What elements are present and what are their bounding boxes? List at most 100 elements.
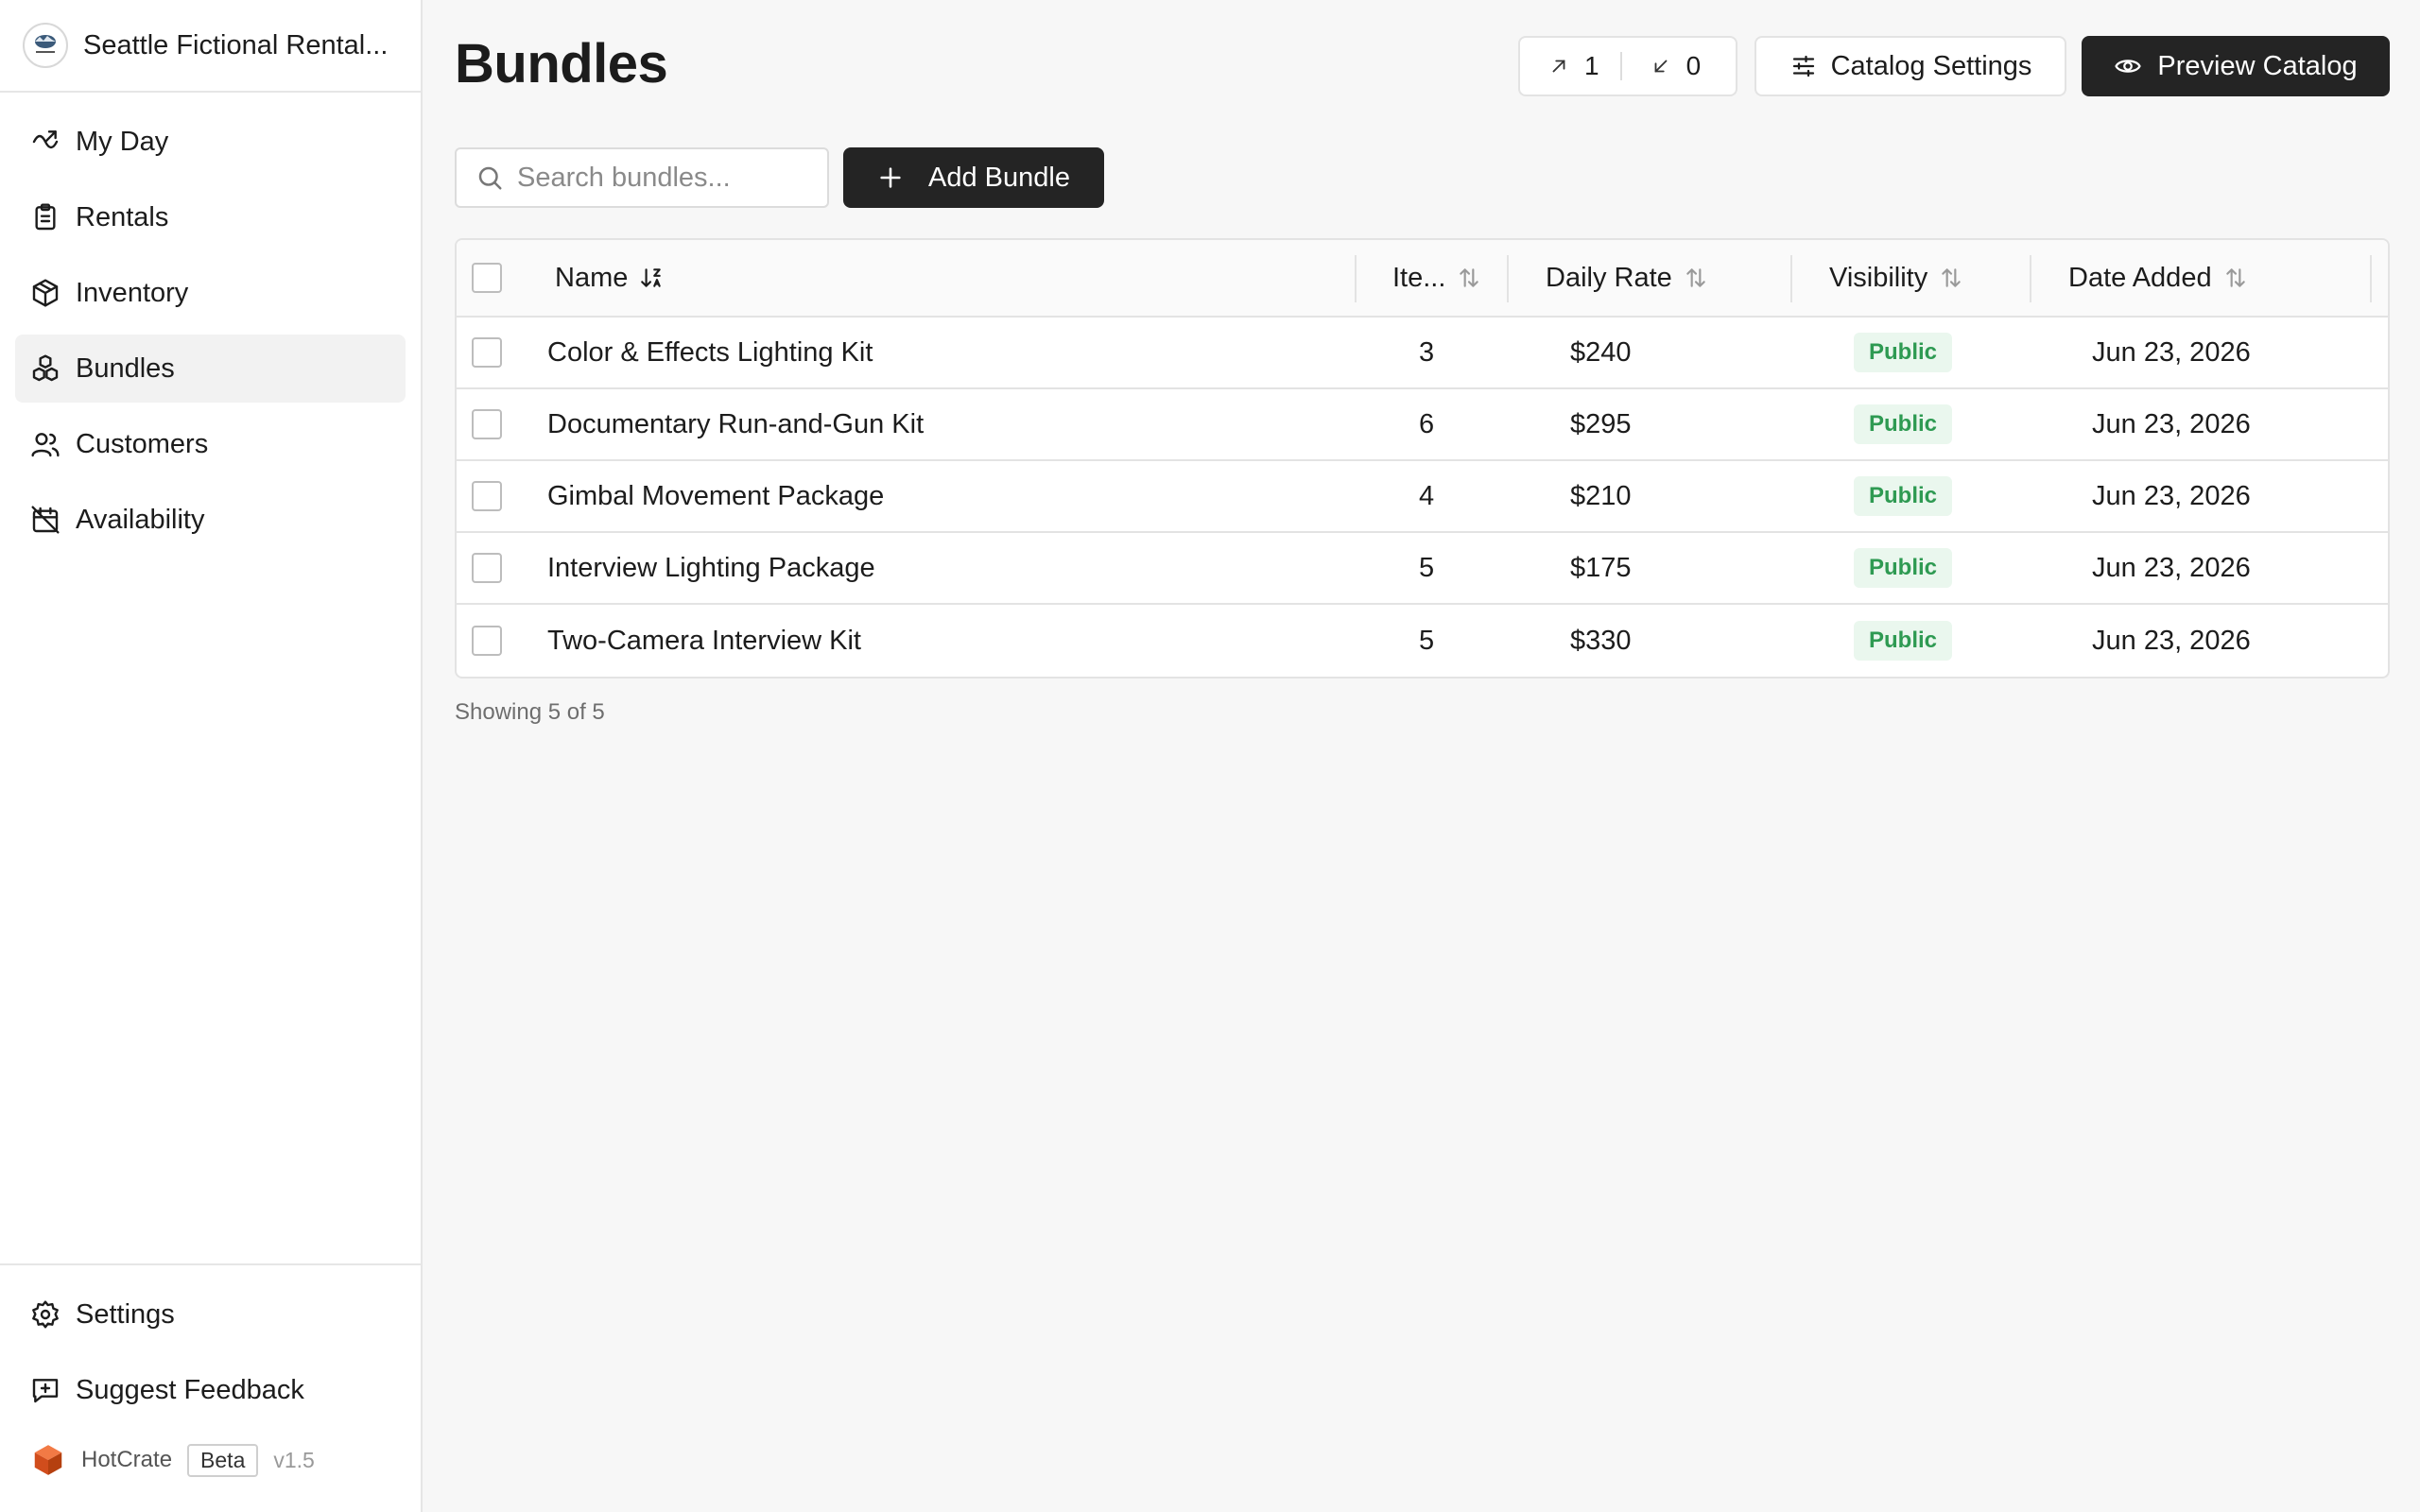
nav-label: Rentals — [76, 201, 169, 232]
sort-icon — [1942, 268, 1961, 287]
bundle-name[interactable]: Interview Lighting Package — [547, 533, 875, 603]
column-label: Name — [555, 262, 629, 293]
app-version: v1.5 — [273, 1447, 315, 1472]
sync-counter[interactable]: 1 0 — [1518, 36, 1737, 96]
sort-icon — [2225, 268, 2245, 287]
column-header-date-added[interactable]: Date Added — [2068, 240, 2248, 316]
nav-label: Availability — [76, 504, 205, 535]
users-icon — [31, 433, 60, 457]
add-bundle-label: Add Bundle — [928, 162, 1070, 193]
table-row[interactable]: Two-Camera Interview Kit 5 $330 Public J… — [457, 605, 2388, 677]
visibility-cell: Public — [1854, 533, 1953, 603]
visibility-cell: Public — [1854, 389, 1953, 459]
table-row[interactable]: Interview Lighting Package 5 $175 Public… — [457, 533, 2388, 605]
sidebar: Seattle Fictional Rental... My Day Renta… — [0, 0, 423, 1512]
row-checkbox[interactable] — [472, 553, 502, 583]
bundle-date-added: Jun 23, 2026 — [2092, 625, 2251, 656]
column-header-visibility[interactable]: Visibility — [1829, 240, 1963, 316]
bundle-name[interactable]: Gimbal Movement Package — [547, 461, 884, 531]
bundle-daily-rate: $240 — [1570, 336, 1632, 368]
row-checkbox[interactable] — [472, 626, 502, 656]
column-header-name[interactable]: Name — [555, 240, 664, 316]
column-header-daily-rate[interactable]: Daily Rate — [1546, 240, 1708, 316]
nav-label: Inventory — [76, 277, 189, 308]
nav-label: Settings — [76, 1298, 175, 1330]
bundle-daily-rate: $210 — [1570, 480, 1632, 511]
bundle-daily-rate: $175 — [1570, 552, 1632, 583]
row-select-cell — [472, 605, 502, 677]
bundle-date-added: Jun 23, 2026 — [2092, 480, 2251, 511]
app-name: HotCrate — [81, 1447, 173, 1472]
bundle-date-added: Jun 23, 2026 — [2092, 336, 2251, 368]
status-badge: Public — [1854, 404, 1953, 444]
incoming-count[interactable]: 0 — [1622, 38, 1701, 94]
row-checkbox[interactable] — [472, 409, 502, 439]
outgoing-count[interactable]: 1 — [1520, 38, 1599, 94]
sidebar-footer: Settings Suggest Feedback HotCrate Beta … — [0, 1263, 421, 1512]
wave-icon — [32, 130, 59, 149]
add-bundle-button[interactable]: Add Bundle — [843, 147, 1104, 208]
table-row[interactable]: Color & Effects Lighting Kit 3 $240 Publ… — [457, 318, 2388, 389]
page-title: Bundles — [455, 33, 668, 94]
bundle-date-added: Jun 23, 2026 — [2092, 408, 2251, 439]
arrow-down-left-icon — [1654, 60, 1667, 73]
gear-icon — [32, 1300, 59, 1329]
bundle-name[interactable]: Color & Effects Lighting Kit — [547, 318, 873, 387]
nav-label: Customers — [76, 428, 209, 459]
select-all-checkbox[interactable] — [472, 263, 502, 293]
main-content: Bundles 1 0 Catalog Settings Preview Cat… — [424, 0, 2420, 1512]
bundle-daily-rate: $295 — [1570, 408, 1632, 439]
table-row[interactable]: Gimbal Movement Package 4 $210 Public Ju… — [457, 461, 2388, 533]
status-badge: Public — [1854, 548, 1953, 588]
bundle-name[interactable]: Documentary Run-and-Gun Kit — [547, 389, 924, 459]
table-header: Name Ite... Daily Rate Visibility Date A… — [457, 240, 2388, 318]
bundles-icon — [32, 354, 59, 382]
plus-icon — [880, 167, 901, 188]
calendar-off-icon — [31, 506, 60, 534]
row-select-cell — [472, 318, 502, 387]
nav-item-inventory[interactable]: Inventory — [15, 259, 406, 327]
search-input[interactable] — [517, 162, 820, 194]
sort-icon — [1460, 268, 1479, 287]
clipboard-icon — [35, 203, 56, 231]
nav-item-my-day[interactable]: My Day — [15, 108, 406, 176]
row-checkbox[interactable] — [472, 337, 502, 368]
org-switcher[interactable]: Seattle Fictional Rental... — [0, 0, 421, 93]
row-select-cell — [472, 461, 502, 531]
preview-catalog-label: Preview Catalog — [2157, 50, 2358, 81]
nav-item-availability[interactable]: Availability — [15, 486, 406, 554]
nav-item-settings[interactable]: Settings — [15, 1280, 406, 1349]
nav-item-bundles[interactable]: Bundles — [15, 335, 406, 403]
nav-label: Bundles — [76, 352, 175, 384]
table-row[interactable]: Documentary Run-and-Gun Kit 6 $295 Publi… — [457, 389, 2388, 461]
column-header-items[interactable]: Ite... — [1392, 240, 1481, 316]
visibility-cell: Public — [1854, 605, 1953, 677]
preview-catalog-button[interactable]: Preview Catalog — [2082, 36, 2390, 96]
bundle-items: 6 — [1419, 408, 1435, 439]
catalog-settings-button[interactable]: Catalog Settings — [1754, 36, 2066, 96]
nav-label: Suggest Feedback — [76, 1374, 304, 1405]
app-brand: HotCrate Beta v1.5 — [15, 1432, 406, 1488]
row-select-cell — [472, 389, 502, 459]
bundle-name[interactable]: Two-Camera Interview Kit — [547, 605, 861, 677]
column-label: Ite... — [1392, 262, 1446, 293]
bundles-table: Name Ite... Daily Rate Visibility Date A… — [455, 238, 2390, 679]
bundle-items: 5 — [1419, 625, 1435, 656]
feedback-icon — [32, 1379, 59, 1403]
outgoing-count-value: 1 — [1584, 51, 1599, 80]
row-select-cell — [472, 533, 502, 603]
status-badge: Public — [1854, 476, 1953, 516]
nav-item-customers[interactable]: Customers — [15, 410, 406, 478]
search-box[interactable] — [455, 147, 829, 208]
nav-item-suggest-feedback[interactable]: Suggest Feedback — [15, 1356, 406, 1424]
column-divider — [1507, 255, 1509, 302]
column-divider — [1790, 255, 1792, 302]
status-badge: Public — [1854, 333, 1953, 372]
column-label: Date Added — [2068, 262, 2212, 293]
bundle-date-added: Jun 23, 2026 — [2092, 552, 2251, 583]
column-divider — [1355, 255, 1357, 302]
row-checkbox[interactable] — [472, 481, 502, 511]
visibility-cell: Public — [1854, 461, 1953, 531]
nav-item-rentals[interactable]: Rentals — [15, 183, 406, 251]
nav-label: My Day — [76, 126, 169, 157]
